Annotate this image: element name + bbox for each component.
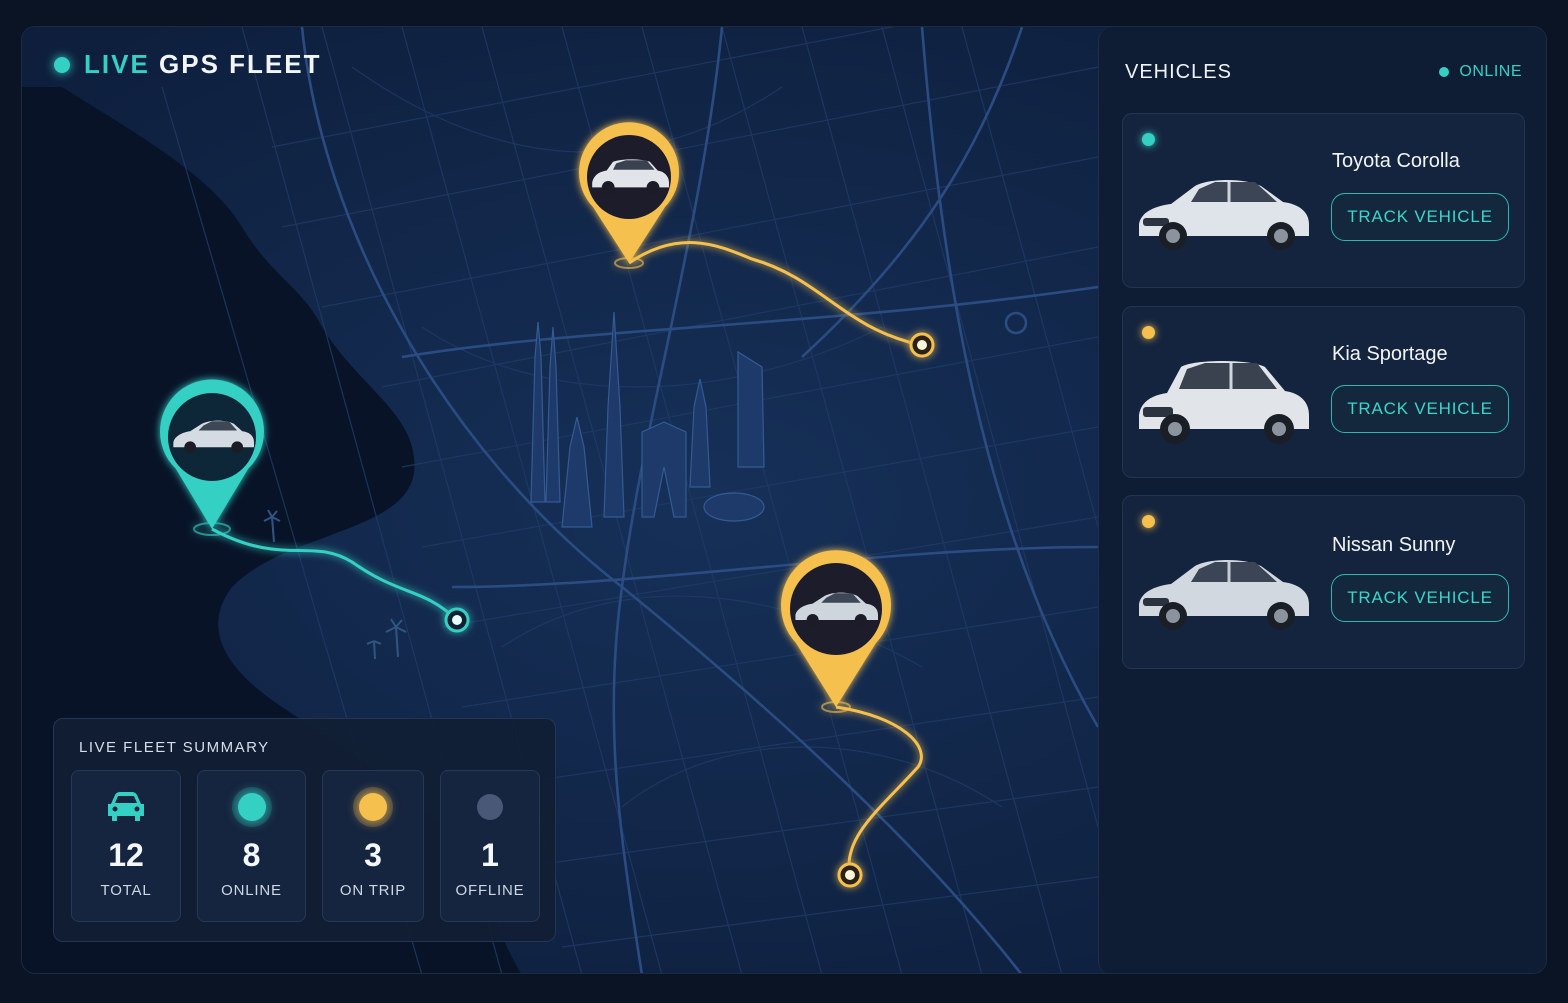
stat-online-value: 8 <box>242 837 261 873</box>
stat-offline-label: OFFLINE <box>455 882 525 899</box>
vehicle-status-dot-icon <box>1142 515 1155 528</box>
vehicle-status-dot-icon <box>1142 326 1155 339</box>
live-indicator-dot <box>54 56 70 73</box>
offline-dot-icon <box>477 794 503 820</box>
route-end-gold-south <box>837 862 863 888</box>
stat-online-label: ONLINE <box>221 882 282 899</box>
title-live: LIVE <box>84 49 150 79</box>
vehicle-card-toyota-corolla[interactable]: Toyota Corolla TRACK VEHICLE <box>1122 113 1525 288</box>
vehicle-status-dot-icon <box>1142 133 1155 146</box>
app-title: LIVE GPS FLEET <box>54 49 322 80</box>
stat-offline[interactable]: 1 OFFLINE <box>440 770 540 922</box>
stat-online[interactable]: 8 ONLINE <box>197 770 306 922</box>
vehicle-name: Toyota Corolla <box>1332 150 1460 172</box>
online-status-dot-icon <box>1439 67 1450 77</box>
app-frame: LIVE GPS FLEET LIVE FLEET SUMMARY 12 TOT… <box>21 26 1547 974</box>
vehicles-title: VEHICLES <box>1125 61 1232 83</box>
vehicle-card-kia-sportage[interactable]: Kia Sportage TRACK VEHICLE <box>1122 306 1525 478</box>
title-rest: GPS FLEET <box>159 49 322 79</box>
online-status-label: ONLINE <box>1459 63 1522 80</box>
vehicle-card-nissan-sunny[interactable]: Nissan Sunny TRACK VEHICLE <box>1122 495 1525 669</box>
vehicle-name: Nissan Sunny <box>1332 534 1456 556</box>
suv-car-icon <box>1139 361 1309 444</box>
stat-total-value: 12 <box>108 837 144 873</box>
fleet-summary-panel: LIVE FLEET SUMMARY 12 TOTAL 8 ONLINE 3 O… <box>53 718 556 942</box>
summary-title: LIVE FLEET SUMMARY <box>79 739 270 756</box>
car-icon <box>105 787 147 827</box>
route-end-teal <box>444 607 470 633</box>
track-vehicle-button[interactable]: TRACK VEHICLE <box>1331 574 1509 622</box>
vehicle-name: Kia Sportage <box>1332 343 1448 365</box>
stat-total[interactable]: 12 TOTAL <box>71 770 181 922</box>
sedan-car-icon <box>1139 560 1309 630</box>
stat-on-trip-value: 3 <box>364 837 382 873</box>
track-vehicle-button[interactable]: TRACK VEHICLE <box>1331 385 1509 433</box>
on-trip-dot-icon <box>359 793 387 821</box>
stat-offline-value: 1 <box>481 837 499 873</box>
sedan-car-icon <box>1139 180 1309 250</box>
route-end-gold-north <box>909 332 935 358</box>
track-vehicle-button[interactable]: TRACK VEHICLE <box>1331 193 1509 241</box>
stat-on-trip-label: ON TRIP <box>339 882 407 899</box>
online-status: ONLINE <box>1439 63 1522 81</box>
online-dot-icon <box>237 793 266 821</box>
vehicles-panel: VEHICLES ONLINE Toyota Corolla TRACK VEH… <box>1098 27 1546 973</box>
stat-total-label: TOTAL <box>100 882 152 899</box>
stat-on-trip[interactable]: 3 ON TRIP <box>322 770 424 922</box>
